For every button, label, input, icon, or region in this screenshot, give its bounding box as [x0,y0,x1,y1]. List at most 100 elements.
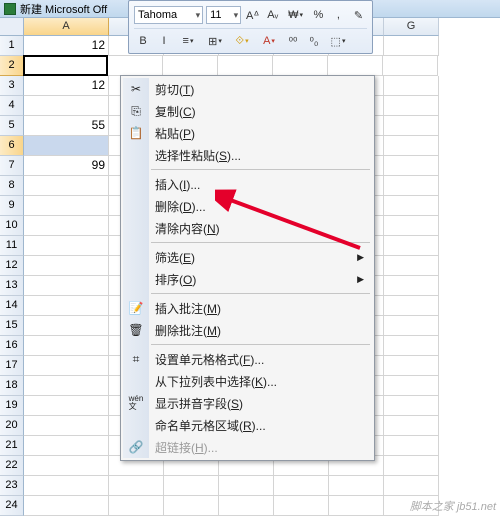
percent-button[interactable]: % [310,6,327,24]
cell[interactable] [24,216,109,236]
cell[interactable] [24,176,109,196]
menu-item-显示拼音字段[interactable]: wén文显示拼音字段(S) [123,392,372,414]
decrease-decimal-button[interactable]: ⁰₀ [305,32,323,50]
cell[interactable]: 12 [24,76,109,96]
cell[interactable] [274,496,329,516]
font-family-select[interactable]: Tahoma [134,6,203,24]
cell[interactable] [384,356,439,376]
row-header[interactable]: 14 [0,296,24,316]
menu-item-剪切[interactable]: ✂剪切(T) [123,78,372,100]
cell[interactable] [384,216,439,236]
cell[interactable] [384,236,439,256]
cell[interactable] [24,96,109,116]
row-header[interactable]: 13 [0,276,24,296]
cell[interactable] [24,456,109,476]
format-painter-button[interactable]: ✎ [350,6,367,24]
cell[interactable] [384,376,439,396]
cell[interactable] [384,116,439,136]
cell[interactable] [384,256,439,276]
cell[interactable] [219,476,274,496]
cell[interactable] [24,496,109,516]
increase-font-button[interactable]: Aᐞ [244,6,261,24]
cell[interactable] [109,496,164,516]
row-header[interactable]: 24 [0,496,24,516]
menu-item-选择性粘贴[interactable]: 选择性粘贴(S)... [123,144,372,166]
cell[interactable] [163,56,218,76]
cell[interactable] [24,356,109,376]
menu-item-清除内容[interactable]: 清除内容(N) [123,217,372,239]
row-header[interactable]: 20 [0,416,24,436]
cell[interactable] [108,56,163,76]
row-header[interactable]: 21 [0,436,24,456]
cell[interactable] [219,496,274,516]
menu-item-粘贴[interactable]: 📋粘贴(P) [123,122,372,144]
cell[interactable] [329,476,384,496]
menu-item-设置单元格格式[interactable]: ⌗设置单元格格式(F)... [123,348,372,370]
cell[interactable] [384,416,439,436]
cell[interactable] [24,476,109,496]
font-color-button[interactable]: A [257,32,281,50]
italic-button[interactable]: I [155,32,173,50]
cell[interactable] [384,396,439,416]
cell[interactable] [384,476,439,496]
fill-color-button[interactable]: ⟐ [230,32,254,50]
row-header[interactable]: 6 [0,136,24,156]
cell[interactable] [384,176,439,196]
cell[interactable] [384,96,439,116]
align-button[interactable]: ≡ [176,32,200,50]
cell[interactable]: 99 [24,156,109,176]
row-header[interactable]: 3 [0,76,24,96]
row-header[interactable]: 17 [0,356,24,376]
cell[interactable] [329,496,384,516]
menu-item-删除批注[interactable]: 🗑删除批注(M) [123,319,372,341]
row-header[interactable]: 9 [0,196,24,216]
cell[interactable] [384,456,439,476]
row-header[interactable]: 23 [0,476,24,496]
select-all-corner[interactable] [0,18,24,36]
menu-item-删除[interactable]: 删除(D)... [123,195,372,217]
menu-item-从下拉列表中选择[interactable]: 从下拉列表中选择(K)... [123,370,372,392]
row-header[interactable]: 11 [0,236,24,256]
cell[interactable] [384,436,439,456]
row-header[interactable]: 22 [0,456,24,476]
cell[interactable] [24,136,109,156]
decrease-font-button[interactable]: Aᵥ [264,6,281,24]
row-header[interactable]: 8 [0,176,24,196]
menu-item-排序[interactable]: 排序(O)▶ [123,268,372,290]
cell[interactable] [383,56,438,76]
menu-item-筛选[interactable]: 筛选(E)▶ [123,246,372,268]
column-header-A[interactable]: A [24,18,109,36]
cell[interactable] [274,476,329,496]
menu-item-复制[interactable]: ⎘复制(C) [123,100,372,122]
increase-decimal-button[interactable]: ⁰⁰ [284,32,302,50]
menu-item-插入[interactable]: 插入(I)... [123,173,372,195]
cell[interactable] [384,156,439,176]
cell[interactable] [24,236,109,256]
bold-button[interactable]: B [134,32,152,50]
row-header[interactable]: 7 [0,156,24,176]
cell[interactable] [164,496,219,516]
cell[interactable] [24,436,109,456]
cell[interactable] [384,276,439,296]
comma-button[interactable]: , [330,6,347,24]
cell[interactable] [273,56,328,76]
row-header[interactable]: 15 [0,316,24,336]
cell[interactable] [218,56,273,76]
cell[interactable] [384,316,439,336]
cell[interactable] [24,416,109,436]
row-header[interactable]: 12 [0,256,24,276]
cell[interactable] [164,476,219,496]
merge-button[interactable]: ⬚ [326,32,350,50]
column-header-G[interactable]: G [384,18,439,36]
menu-item-命名单元格区域[interactable]: 命名单元格区域(R)... [123,414,372,436]
row-header[interactable]: 1 [0,36,24,56]
borders-button[interactable]: ⊞ [203,32,227,50]
currency-button[interactable]: ₩ [284,6,307,24]
cell[interactable] [24,296,109,316]
row-header[interactable]: 2 [0,56,24,76]
cell[interactable] [328,56,383,76]
cell[interactable] [24,376,109,396]
cell[interactable] [24,396,109,416]
row-header[interactable]: 16 [0,336,24,356]
menu-item-插入批注[interactable]: 📝插入批注(M) [123,297,372,319]
